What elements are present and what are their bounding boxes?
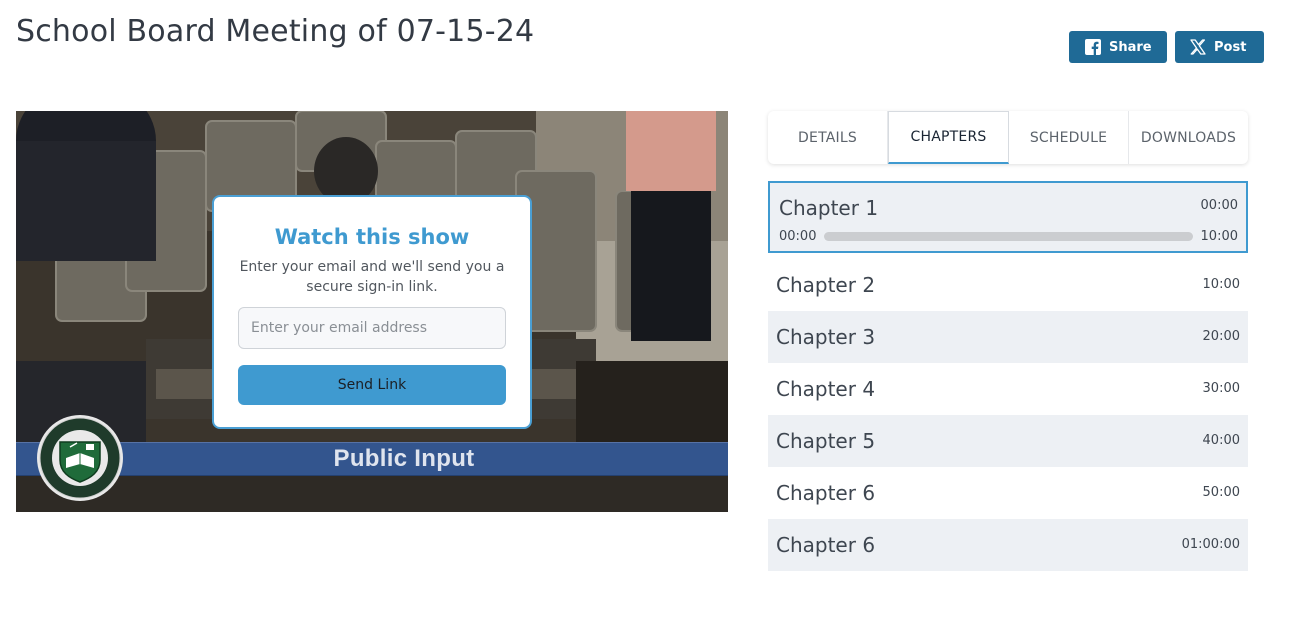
x-post-button[interactable]: Post (1175, 31, 1264, 63)
facebook-icon (1085, 39, 1101, 55)
chapter-name: Chapter 2 (776, 273, 876, 297)
chapter-name: Chapter 3 (776, 325, 876, 349)
chapter-item-active[interactable]: Chapter 1 00:00 00:00 10:00 (768, 181, 1248, 253)
progress-start-time: 00:00 (779, 228, 817, 244)
chapter-time: 10:00 (1202, 277, 1240, 292)
chapter-time: 20:00 (1202, 329, 1240, 344)
tab-schedule[interactable]: SCHEDULE (1009, 111, 1129, 164)
school-district-seal-logo (36, 414, 124, 506)
chapter-time: 01:00:00 (1181, 537, 1240, 552)
chapter-name: Chapter 6 (776, 481, 876, 505)
video-player[interactable]: Public Input Watch this show Enter your … (16, 111, 728, 512)
chapter-name: Chapter 6 (776, 533, 876, 557)
social-buttons: Share Post (1069, 31, 1264, 63)
chapter-time: 00:00 (1200, 198, 1238, 213)
modal-description: Enter your email and we'll send you a se… (239, 259, 505, 295)
watch-show-modal: Watch this show Enter your email and we'… (212, 195, 532, 429)
x-logo-icon (1190, 39, 1206, 55)
tab-chapters[interactable]: CHAPTERS (888, 111, 1009, 164)
chapter-name: Chapter 5 (776, 429, 876, 453)
progress-bar[interactable] (824, 231, 1193, 241)
tab-details[interactable]: DETAILS (768, 111, 888, 164)
page: School Board Meeting of 07-15-24 Share P… (0, 0, 1304, 619)
post-label: Post (1214, 39, 1247, 55)
chapter-item[interactable]: Chapter 2 10:00 (768, 259, 1248, 311)
chapter-time: 40:00 (1202, 433, 1240, 448)
progress-end-time: 10:00 (1200, 228, 1238, 244)
send-link-button[interactable]: Send Link (238, 365, 506, 405)
modal-title: Watch this show (274, 225, 470, 249)
chapter-name: Chapter 4 (776, 377, 876, 401)
chapter-item[interactable]: Chapter 6 01:00:00 (768, 519, 1248, 571)
chapter-time: 30:00 (1202, 381, 1240, 396)
chapter-item[interactable]: Chapter 4 30:00 (768, 363, 1248, 415)
chapter-item[interactable]: Chapter 6 50:00 (768, 467, 1248, 519)
chapter-progress: 00:00 10:00 (779, 228, 1238, 244)
chapter-name: Chapter 1 (779, 196, 879, 220)
facebook-share-button[interactable]: Share (1069, 31, 1167, 63)
chapter-item[interactable]: Chapter 5 40:00 (768, 415, 1248, 467)
share-label: Share (1109, 39, 1152, 55)
page-title: School Board Meeting of 07-15-24 (16, 14, 535, 49)
chapter-item[interactable]: Chapter 3 20:00 (768, 311, 1248, 363)
email-input[interactable] (238, 307, 506, 349)
tab-downloads[interactable]: DOWNLOADS (1129, 111, 1248, 164)
chapter-list: Chapter 1 00:00 00:00 10:00 Chapter 2 10… (768, 181, 1248, 571)
chapter-time: 50:00 (1202, 485, 1240, 500)
info-tabs: DETAILS CHAPTERS SCHEDULE DOWNLOADS (768, 111, 1248, 164)
